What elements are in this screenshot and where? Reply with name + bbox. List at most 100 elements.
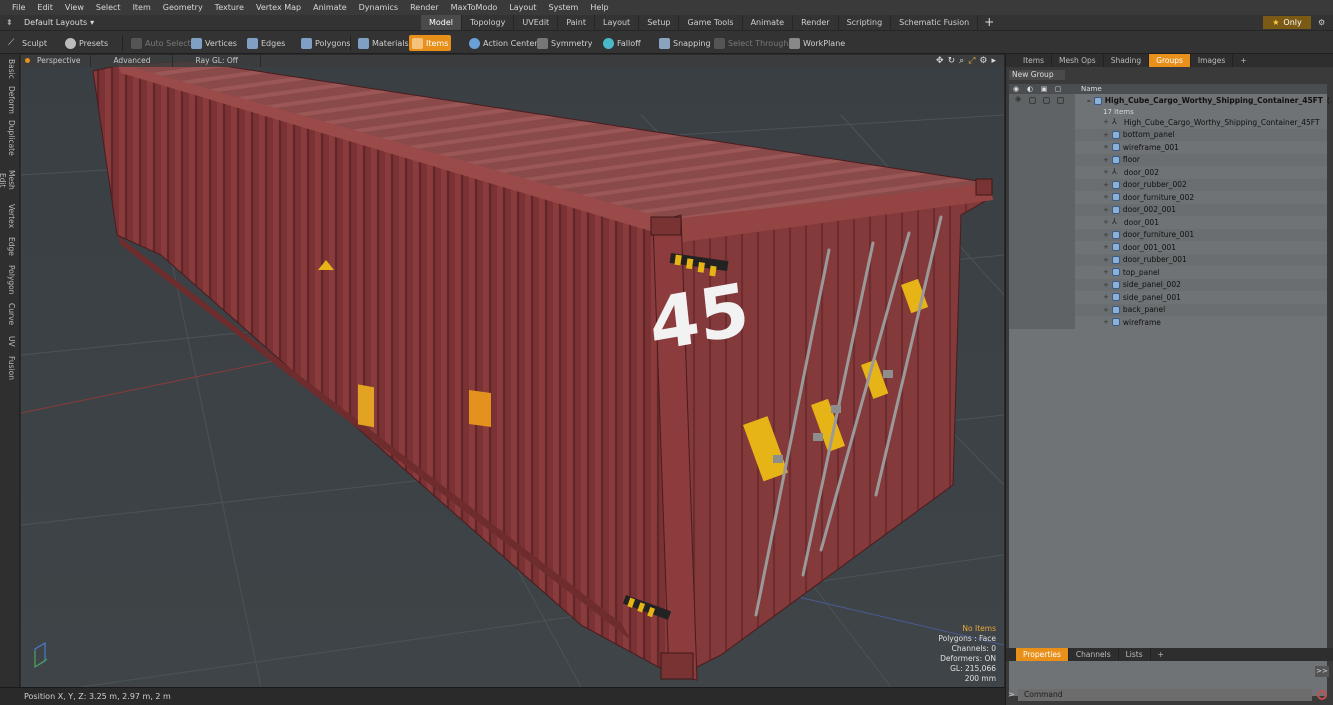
lock-toggle[interactable] [1043, 97, 1050, 104]
menu-select[interactable]: Select [90, 0, 127, 15]
materials-button[interactable]: Materials [355, 35, 412, 51]
move-view-icon[interactable]: ✥ [936, 56, 944, 66]
expand-icon[interactable]: + [1103, 193, 1109, 201]
view-expand-icon[interactable]: ▸ [991, 56, 996, 66]
tab-render[interactable]: Render [793, 15, 839, 30]
menu-file[interactable]: File [6, 0, 31, 15]
tree-item[interactable]: + floor [1009, 153, 1327, 166]
panel-tab-mesh-ops[interactable]: Mesh Ops [1052, 54, 1104, 67]
tree-item[interactable]: + door_001_001 [1009, 241, 1327, 254]
3d-viewport[interactable]: 45 Perspective Advanced Ray GL: Off ✥ ↻ … [21, 55, 1004, 687]
tree-item[interactable]: + top_panel [1009, 266, 1327, 279]
expand-icon[interactable]: + [1103, 181, 1109, 189]
tree-item[interactable]: + ⅄ door_001 [1009, 216, 1327, 229]
menu-render[interactable]: Render [404, 0, 444, 15]
expand-icon[interactable]: + [1103, 293, 1109, 301]
vertices-button[interactable]: Vertices [188, 35, 240, 51]
menu-system[interactable]: System [543, 0, 585, 15]
bottom-tab-properties[interactable]: Properties [1016, 648, 1069, 661]
expand-icon[interactable]: + [1103, 143, 1109, 151]
snapping-button[interactable]: Snapping [656, 35, 714, 51]
tree-item[interactable]: + bottom_panel [1009, 128, 1327, 141]
tree-item[interactable]: + door_rubber_001 [1009, 253, 1327, 266]
tab-animate[interactable]: Animate [743, 15, 794, 30]
group-row[interactable]: ◉ – High_Cube_Cargo_Worthy_Shipping_Conta… [1009, 94, 1333, 107]
tab-scripting[interactable]: Scripting [839, 15, 892, 30]
left-tab-curve[interactable]: Curve [2, 302, 16, 326]
record-icon[interactable] [1317, 690, 1327, 700]
new-group-button[interactable]: New Group [1009, 70, 1065, 80]
panel-tab-groups[interactable]: Groups [1149, 54, 1191, 67]
raygl-dropdown[interactable]: Ray GL: Off [173, 55, 261, 67]
command-input[interactable]: Command [1018, 689, 1312, 701]
tab-topology[interactable]: Topology [462, 15, 515, 30]
expand-icon[interactable]: + [1103, 268, 1109, 276]
collapse-icon[interactable]: – [1087, 96, 1091, 105]
tab-setup[interactable]: Setup [639, 15, 680, 30]
presets-button[interactable]: Presets [62, 35, 111, 51]
expand-icon[interactable]: + [1103, 231, 1109, 239]
tree-item[interactable]: + side_panel_001 [1009, 291, 1327, 304]
left-tab-polygon[interactable]: Polygon [2, 264, 16, 296]
sculpt-button[interactable]: ⟋ Sculpt [5, 35, 50, 51]
left-tab-fusion[interactable]: Fusion [2, 356, 16, 380]
view-type-dropdown[interactable]: Perspective [21, 55, 92, 67]
panel-tab-images[interactable]: Images [1191, 54, 1234, 67]
zoom-view-icon[interactable]: ⌕ [959, 56, 964, 66]
select-toggle[interactable] [1057, 97, 1064, 104]
tree-item[interactable]: + wireframe [1009, 316, 1327, 329]
tree-item[interactable]: + door_002_001 [1009, 203, 1327, 216]
left-tab-vertex[interactable]: Vertex [2, 204, 16, 228]
add-bottom-tab-icon[interactable]: + [1151, 648, 1171, 661]
layout-dropdown[interactable]: ⬍ Default Layouts ▾ [0, 18, 160, 27]
edges-button[interactable]: Edges [244, 35, 288, 51]
expand-icon[interactable]: + [1103, 118, 1109, 126]
tree-item[interactable]: + wireframe_001 [1009, 141, 1327, 154]
tab-schematic-fusion[interactable]: Schematic Fusion [891, 15, 979, 30]
tab-layout[interactable]: Layout [595, 15, 640, 30]
view-settings-icon[interactable]: ⚙ [979, 56, 987, 66]
tab-paint[interactable]: Paint [558, 15, 595, 30]
menu-edit[interactable]: Edit [31, 0, 59, 15]
left-tab-mesh-edit[interactable]: Mesh Edit [0, 162, 16, 198]
menu-layout[interactable]: Layout [503, 0, 542, 15]
tree-item[interactable]: + door_rubber_002 [1009, 178, 1327, 191]
expand-icon[interactable]: + [1103, 131, 1109, 139]
symmetry-button[interactable]: Symmetry [534, 35, 595, 51]
left-tab-deform[interactable]: Deform [2, 86, 16, 114]
expand-icon[interactable]: + [1103, 168, 1109, 176]
menu-view[interactable]: View [59, 0, 90, 15]
menu-maxtomodo[interactable]: MaxToModo [445, 0, 504, 15]
menu-help[interactable]: Help [584, 0, 614, 15]
only-toggle[interactable]: ★ Only [1263, 16, 1311, 29]
eye-icon[interactable]: ◉ [1015, 95, 1022, 103]
panel-tab-shading[interactable]: Shading [1104, 54, 1150, 67]
expand-icon[interactable]: + [1103, 156, 1109, 164]
panel-tab-items[interactable]: Items [1016, 54, 1052, 67]
tab-game-tools[interactable]: Game Tools [679, 15, 743, 30]
left-tab-basic[interactable]: Basic [2, 58, 16, 80]
tree-item[interactable]: + side_panel_002 [1009, 278, 1327, 291]
rotate-view-icon[interactable]: ↻ [948, 56, 956, 66]
add-tab-icon[interactable]: + [978, 15, 1000, 30]
menu-vertex-map[interactable]: Vertex Map [250, 0, 307, 15]
tab-uvedit[interactable]: UVEdit [514, 15, 559, 30]
menu-animate[interactable]: Animate [307, 0, 353, 15]
menu-geometry[interactable]: Geometry [157, 0, 209, 15]
bottom-tab-lists[interactable]: Lists [1119, 648, 1151, 661]
add-panel-tab-icon[interactable]: + [1233, 54, 1253, 67]
polygons-button[interactable]: Polygons [298, 35, 354, 51]
maximize-view-icon[interactable]: ⤢ [968, 56, 975, 66]
expand-icon[interactable]: + [1103, 206, 1109, 214]
tree-item[interactable]: + ⅄ High_Cube_Cargo_Worthy_Shipping_Contai… [1009, 116, 1327, 129]
left-tab-edge[interactable]: Edge [2, 234, 16, 258]
menu-texture[interactable]: Texture [209, 0, 250, 15]
expand-icon[interactable]: + [1103, 318, 1109, 326]
menu-item[interactable]: Item [127, 0, 157, 15]
expand-icon[interactable]: + [1103, 243, 1109, 251]
tree-item[interactable]: + door_furniture_001 [1009, 228, 1327, 241]
expand-icon[interactable]: + [1103, 306, 1109, 314]
left-tab-uv[interactable]: UV [2, 332, 16, 350]
action-center-button[interactable]: Action Center [466, 35, 541, 51]
gear-icon[interactable]: ⚙ [1318, 15, 1325, 30]
